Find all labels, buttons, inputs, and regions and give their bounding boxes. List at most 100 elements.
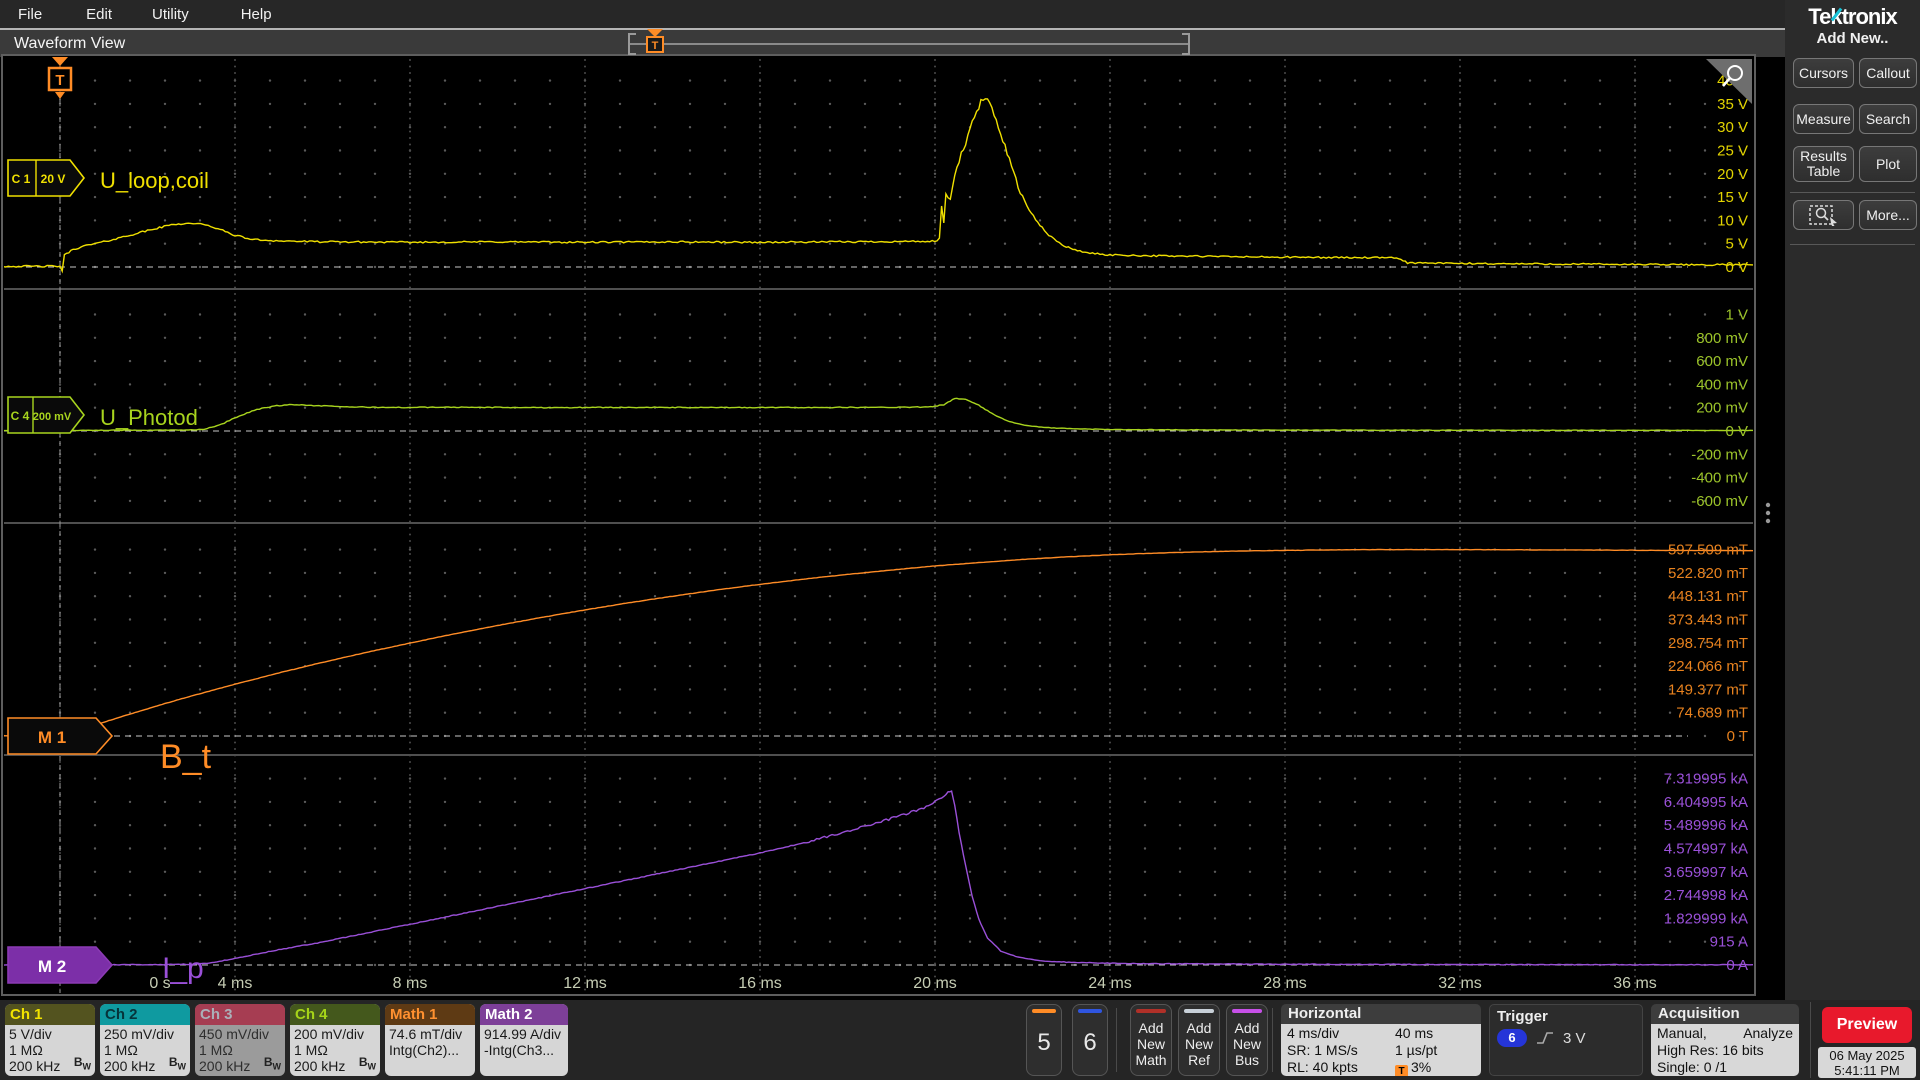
graticule-grid [58, 59, 1742, 991]
time-axis-label: 32 ms [1438, 975, 1482, 992]
waveform-plot[interactable]: 40 V 35 V 30 V 25 V 20 V 15 V 10 V 5 V 0 V 1 V 800… [0, 0, 1920, 1080]
c4-channel-badge[interactable]: C 4 200 mV [7, 396, 86, 434]
ch6-button[interactable]: 6 [1072, 1004, 1108, 1076]
menu-file[interactable]: File [8, 6, 52, 23]
panel-drag-handle[interactable] [1765, 502, 1771, 524]
bus-color-stripe [1232, 1009, 1262, 1013]
ch5-color-stripe [1032, 1009, 1056, 1013]
trigger-marker[interactable]: T [47, 57, 73, 99]
axis-label-ch4: 200 mV [1696, 400, 1748, 417]
rising-edge-icon [1537, 1032, 1553, 1044]
results-table-button[interactable]: Results Table [1793, 146, 1854, 182]
add-new-bus-button[interactable]: Add New Bus [1226, 1004, 1268, 1076]
callout-button[interactable]: Callout [1859, 58, 1917, 88]
menu-help[interactable]: Help [231, 6, 282, 23]
datetime-display: 06 May 2025 5:41:11 PM [1818, 1047, 1916, 1078]
axis-label-math1: 373.443 mT [1668, 612, 1748, 629]
m1-channel-badge[interactable]: M 1 [7, 717, 114, 755]
m1-trace-label: B_t [160, 738, 212, 776]
trace-u-loop-coil[interactable] [4, 98, 1753, 274]
plot-button[interactable]: Plot [1859, 146, 1917, 182]
trace-i-p[interactable] [4, 790, 1753, 966]
bandwidth-badge: BW [358, 1054, 376, 1071]
add-new-math-button[interactable]: Add New Math [1130, 1004, 1172, 1076]
m2-badge-id: M 2 [38, 957, 66, 976]
ch1-badge[interactable]: Ch 1 5 V/div 1 MΩ 200 kHz BW [5, 1004, 95, 1076]
m1-badge-id: M 1 [38, 728, 66, 747]
measure-button[interactable]: Measure [1793, 104, 1854, 134]
divider [1116, 1008, 1117, 1072]
ch5-button[interactable]: 5 [1026, 1004, 1062, 1076]
time-axis-label: 36 ms [1613, 975, 1657, 992]
c4-trace-label: U_Photod [100, 405, 198, 430]
axis-label-math1: 74.689 mT [1676, 705, 1748, 722]
c1-trace-label: U_loop,coil [100, 168, 209, 193]
trigger-panel[interactable]: Trigger 6 3 V [1489, 1004, 1643, 1076]
waveform-view-titlebar: Waveform View [0, 28, 1785, 57]
trigger-marker-letter: T [55, 72, 64, 89]
time-axis-label: 24 ms [1088, 975, 1132, 992]
axis-label-ch4: 0 V [1725, 423, 1748, 440]
horizontal-panel[interactable]: Horizontal 4 ms/div 40 ms SR: 1 MS/s 1 µs/… [1281, 1004, 1481, 1076]
math1-badge[interactable]: Math 1 74.6 mT/div Intg(Ch2)... [385, 1004, 475, 1076]
axis-label-math2: 0 A [1726, 957, 1748, 974]
cursors-button[interactable]: Cursors [1793, 58, 1854, 88]
time-axis-label: 4 ms [218, 975, 253, 992]
axis-label-math2: 4.574997 kA [1664, 841, 1748, 858]
c1-channel-badge[interactable]: C 1 20 V [7, 159, 86, 197]
axis-label-ch4: 800 mV [1696, 330, 1748, 347]
axis-label-math2: 7.319995 kA [1664, 771, 1748, 788]
axis-label-ch1: 40 V [1717, 73, 1748, 90]
sidebar-divider [1790, 192, 1915, 193]
axis-label-math1: 448.131 mT [1668, 588, 1748, 605]
axis-label-math1: 298.754 mT [1668, 635, 1748, 652]
time-axis-label: 12 ms [563, 975, 607, 992]
preview-button[interactable]: Preview [1822, 1007, 1912, 1043]
menu-utility[interactable]: Utility [142, 6, 199, 23]
m2-channel-badge[interactable]: M 2 [7, 946, 114, 984]
c4-badge-scale: 200 mV [33, 411, 72, 423]
axis-label-ch1: 25 V [1717, 143, 1748, 160]
axis-label-ch4: -400 mV [1691, 470, 1748, 487]
more-button[interactable]: More... [1859, 200, 1917, 230]
ch3-badge[interactable]: Ch 3 450 mV/div 1 MΩ 200 kHz BW [195, 1004, 285, 1076]
ch2-badge[interactable]: Ch 2 250 mV/div 1 MΩ 200 kHz BW [100, 1004, 190, 1076]
axis-label-math2: 915 A [1710, 934, 1748, 951]
date: 06 May 2025 [1829, 1048, 1905, 1063]
analyze-link[interactable]: Analyze [1743, 1025, 1793, 1042]
math2-badge[interactable]: Math 2 914.99 A/div -Intg(Ch3... [480, 1004, 568, 1076]
time-axis-label: 0 s [149, 975, 170, 992]
c1-badge-scale: 20 V [41, 172, 66, 186]
axis-label-math2: 5.489996 kA [1664, 817, 1748, 834]
trace-b-t[interactable] [4, 548, 1753, 737]
math-color-stripe [1136, 1009, 1166, 1013]
zoom-select-icon [1808, 205, 1837, 226]
menu-bar: File Edit Utility Help [0, 0, 1785, 28]
bandwidth-badge: BW [73, 1054, 91, 1071]
axis-label-ch4: 600 mV [1696, 353, 1748, 370]
time-axis-label: 16 ms [738, 975, 782, 992]
acquisition-panel[interactable]: Acquisition Manual, Analyze High Res: 16 … [1651, 1004, 1799, 1076]
add-new-heading: Add New.. [1816, 30, 1889, 47]
clock: 5:41:11 PM [1834, 1063, 1900, 1078]
sidebar-divider [1790, 244, 1915, 245]
zoom-select-button[interactable] [1793, 200, 1854, 230]
add-new-ref-button[interactable]: Add New Ref [1178, 1004, 1220, 1076]
waveform-view-title: Waveform View [14, 34, 126, 52]
axis-label-ch4: 1 V [1725, 307, 1748, 324]
bottom-bar: Ch 1 5 V/div 1 MΩ 200 kHz BW Ch 2 250 mV/d… [0, 1000, 1920, 1080]
bandwidth-badge: BW [263, 1054, 281, 1071]
axis-label-ch4: -200 mV [1691, 446, 1748, 463]
search-button[interactable]: Search [1859, 104, 1917, 134]
time-axis-label: 8 ms [393, 975, 428, 992]
c4-badge-id: C 4 [11, 409, 30, 423]
axis-label-math1: 224.066 mT [1668, 658, 1748, 675]
graticule-frame [1, 54, 1756, 996]
ch4-badge[interactable]: Ch 4 200 mV/div 1 MΩ 200 kHz BW [290, 1004, 380, 1076]
menu-edit[interactable]: Edit [76, 6, 122, 23]
zoom-corner-control[interactable] [1706, 59, 1752, 104]
axis-label-ch4: -600 mV [1691, 493, 1748, 510]
axis-label-math1: 149.377 mT [1668, 681, 1748, 698]
axis-label-ch1: 10 V [1717, 212, 1748, 229]
trace-u-photod[interactable] [4, 397, 1753, 432]
